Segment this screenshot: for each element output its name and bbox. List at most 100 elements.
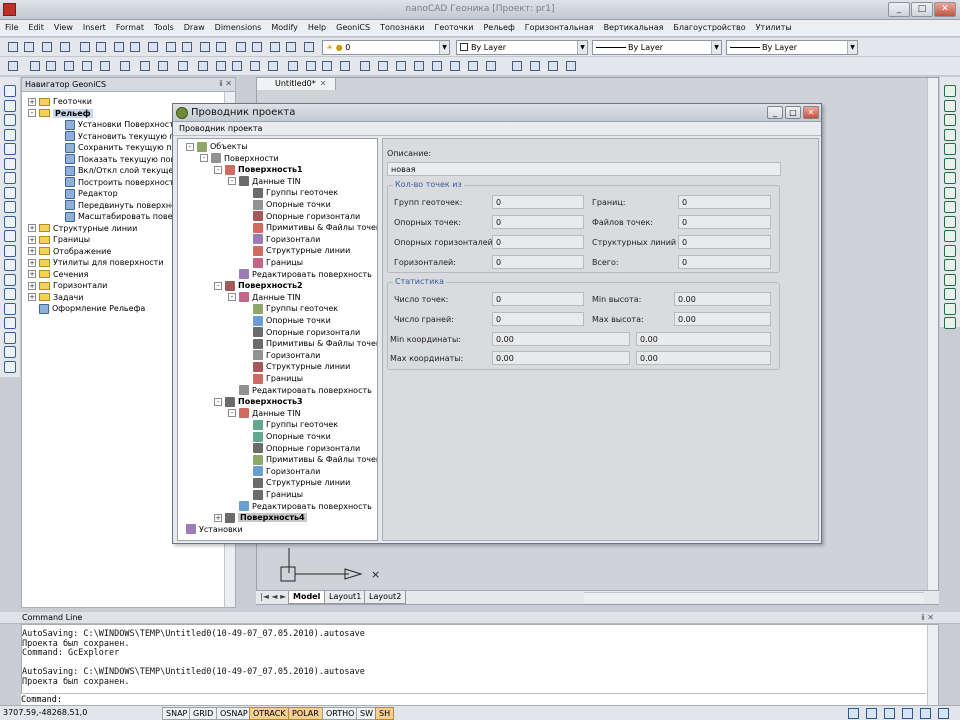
navigator-item[interactable]: Установки Поверхностей xyxy=(54,119,184,130)
project-tree-item[interactable]: - Объекты xyxy=(186,141,248,152)
collapse-icon[interactable]: - xyxy=(228,409,236,418)
menu-item[interactable]: Edit xyxy=(23,20,49,36)
navigator-item[interactable]: + Структурные линии xyxy=(28,223,137,234)
toolbar-button[interactable] xyxy=(28,59,42,73)
toolbar-button[interactable] xyxy=(44,59,58,73)
navigator-item[interactable]: Оформление Рельефа xyxy=(28,303,145,314)
draw-tool-icon[interactable] xyxy=(4,99,16,112)
description-input[interactable]: новая xyxy=(387,162,781,176)
draw-tool-icon[interactable] xyxy=(4,273,16,286)
draw-tool-icon[interactable] xyxy=(4,360,16,373)
dialog-close-button[interactable]: ✕ xyxy=(803,106,819,119)
toolbar-button[interactable] xyxy=(564,59,578,73)
draw-tool-icon[interactable] xyxy=(4,317,16,329)
navigator-item[interactable]: + Горизонтали xyxy=(28,280,107,291)
tab-model[interactable]: Model xyxy=(288,591,326,604)
toolbar-button[interactable] xyxy=(98,59,112,73)
linetype-combo[interactable]: By Layer ▼ xyxy=(592,40,722,55)
expand-icon[interactable]: + xyxy=(28,97,36,106)
menu-item[interactable]: View xyxy=(49,20,78,36)
draw-tool-icon[interactable] xyxy=(4,186,16,199)
close-icon[interactable]: ✕ xyxy=(320,79,327,88)
panel-close-icon[interactable]: ⅱ ✕ xyxy=(921,613,934,622)
project-tree-item[interactable]: Горизонтали xyxy=(242,234,320,245)
project-tree-item[interactable]: Опорные горизонтали xyxy=(242,211,360,222)
toolbar-button[interactable] xyxy=(248,59,262,73)
toolbar-button[interactable] xyxy=(286,59,300,73)
draw-tool-icon[interactable] xyxy=(4,215,16,228)
toolbar-button[interactable] xyxy=(266,59,280,73)
navigator-item[interactable]: - Рельеф xyxy=(28,108,93,119)
toolbar-button[interactable] xyxy=(78,40,92,54)
toolbar-button[interactable] xyxy=(214,59,228,73)
toolbar-button[interactable] xyxy=(394,59,408,73)
toolbar-button[interactable] xyxy=(484,59,498,73)
project-tree-item[interactable]: Опорные точки xyxy=(242,199,331,210)
expand-icon[interactable]: + xyxy=(214,513,222,522)
geonics-tool-icon[interactable] xyxy=(944,128,956,141)
project-tree-item[interactable]: - Данные TIN xyxy=(228,408,301,419)
project-tree-item[interactable]: - Поверхности xyxy=(200,153,279,164)
toolbar-button[interactable] xyxy=(58,40,72,54)
tab-untitled0[interactable]: Untitled0* ✕ xyxy=(256,77,336,90)
draw-tool-icon[interactable] xyxy=(4,201,16,213)
menu-item[interactable]: GeoniCS xyxy=(331,20,375,36)
toolbar-button[interactable] xyxy=(466,59,480,73)
project-tree-item[interactable]: Горизонтали xyxy=(242,466,320,477)
toolbar-button[interactable] xyxy=(320,59,334,73)
expand-icon[interactable]: + xyxy=(28,247,36,255)
geonics-tool-icon[interactable] xyxy=(944,259,956,271)
draw-tool-icon[interactable] xyxy=(4,157,16,170)
project-tree-item[interactable]: - Поверхность3 xyxy=(214,396,303,407)
project-tree-item[interactable]: Границы xyxy=(242,257,303,268)
navigator-item[interactable]: Вкл/Откл слой текущей по xyxy=(54,165,191,176)
project-tree-item[interactable]: Горизонтали xyxy=(242,350,320,361)
menu-item[interactable]: Геоточки xyxy=(429,20,478,36)
menu-item[interactable]: Dimensions xyxy=(210,20,267,36)
project-tree-item[interactable]: Структурные линии xyxy=(242,477,350,488)
geonics-tool-icon[interactable] xyxy=(944,99,956,112)
status-toggle-button[interactable]: SNAP xyxy=(162,707,192,720)
tab-layout1[interactable]: Layout1 xyxy=(324,591,367,604)
geonics-tool-icon[interactable] xyxy=(944,201,956,213)
drawing-vertical-scrollbar[interactable] xyxy=(927,78,938,590)
lineweight-combo[interactable]: By Layer ▼ xyxy=(726,40,858,55)
collapse-icon[interactable]: - xyxy=(228,293,236,302)
status-toggle-button[interactable]: OTRACK xyxy=(249,707,290,720)
color-combo[interactable]: By Layer ▼ xyxy=(456,40,588,55)
project-tree-item[interactable]: Редактировать поверхность xyxy=(228,501,372,512)
close-button[interactable]: ✕ xyxy=(934,2,956,17)
status-tray-icon[interactable] xyxy=(848,708,859,719)
toolbar-button[interactable] xyxy=(268,40,282,54)
geonics-tool-icon[interactable] xyxy=(944,157,956,170)
toolbar-button[interactable] xyxy=(304,59,318,73)
toolbar-button[interactable] xyxy=(230,59,244,73)
toolbar-button[interactable] xyxy=(62,59,76,73)
project-tree-item[interactable]: Группы геоточек xyxy=(242,303,338,314)
toolbar-button[interactable] xyxy=(448,59,462,73)
geonics-tool-icon[interactable] xyxy=(944,143,956,155)
menu-item[interactable]: Modify xyxy=(266,20,303,36)
status-tray-icon[interactable] xyxy=(938,708,949,719)
layer-combo[interactable]: ☀ ● 0 ▼ xyxy=(322,40,450,55)
toolbar-button[interactable] xyxy=(138,59,152,73)
toolbar-button[interactable] xyxy=(164,40,178,54)
project-tree-item[interactable]: - Поверхность1 xyxy=(214,164,303,175)
geonics-tool-icon[interactable] xyxy=(944,230,956,242)
draw-tool-icon[interactable] xyxy=(4,288,16,300)
project-tree-item[interactable]: Опорные точки xyxy=(242,315,331,326)
toolbar-button[interactable] xyxy=(196,59,210,73)
geonics-tool-icon[interactable] xyxy=(944,317,956,329)
navigator-item[interactable]: + Задачи xyxy=(28,292,83,303)
dialog-maximize-button[interactable]: □ xyxy=(785,106,801,119)
project-tree-item[interactable]: Опорные горизонтали xyxy=(242,443,360,454)
navigator-item[interactable]: + Сечения xyxy=(28,269,88,280)
geonics-tool-icon[interactable] xyxy=(944,302,956,315)
minimize-button[interactable]: _ xyxy=(888,2,910,17)
expand-icon[interactable]: + xyxy=(28,224,36,232)
collapse-icon[interactable]: - xyxy=(28,109,36,117)
geonics-tool-icon[interactable] xyxy=(944,114,956,126)
navigator-item[interactable]: + Границы xyxy=(28,234,90,245)
expand-icon[interactable]: + xyxy=(28,293,36,301)
draw-tool-icon[interactable] xyxy=(4,244,16,257)
